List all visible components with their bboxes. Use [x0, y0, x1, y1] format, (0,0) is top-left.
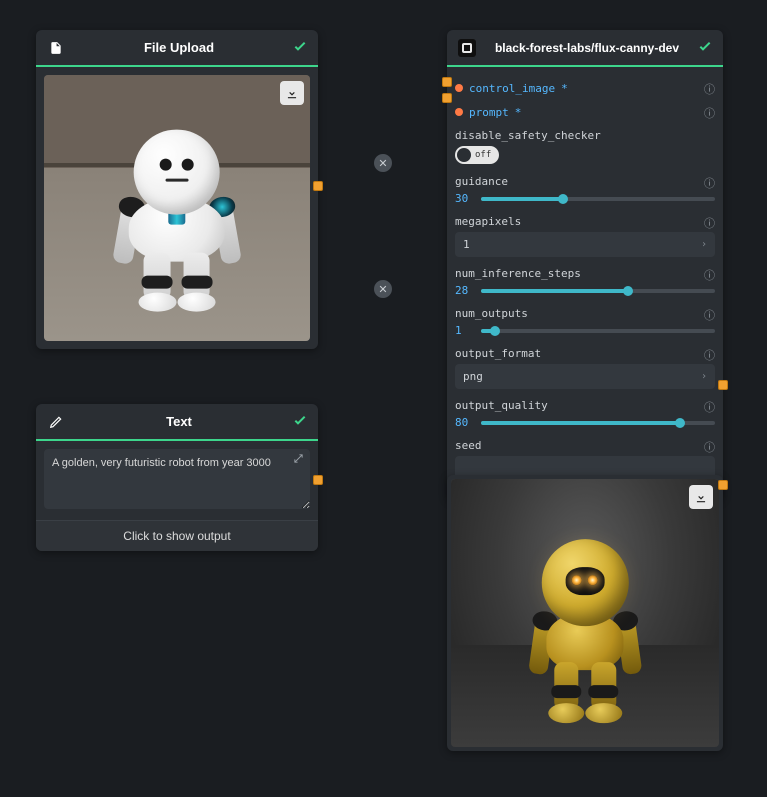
check-icon	[292, 412, 308, 431]
quality-slider[interactable]	[481, 421, 715, 425]
prompt-textarea[interactable]	[44, 449, 310, 509]
info-icon[interactable]: ⓘ	[704, 81, 715, 97]
node-output-image[interactable]	[447, 475, 723, 751]
param-control-image[interactable]: control_image * ⓘ	[455, 81, 715, 95]
guidance-slider[interactable]	[481, 197, 715, 201]
info-icon[interactable]: ⓘ	[704, 267, 715, 283]
param-num-outputs: num_outputs ⓘ 1	[455, 307, 715, 337]
param-disable-safety-checker: disable_safety_checker off	[455, 129, 715, 165]
info-icon[interactable]: ⓘ	[704, 307, 715, 323]
check-icon	[292, 38, 308, 57]
delete-connection-button[interactable]: ✕	[374, 280, 392, 298]
node-title: black-forest-labs/flux-canny-dev	[477, 41, 697, 55]
delete-connection-button[interactable]: ✕	[374, 154, 392, 172]
linked-port-icon	[455, 84, 463, 92]
output-format-select[interactable]: png ›	[455, 364, 715, 389]
show-output-button[interactable]: Click to show output	[36, 520, 318, 551]
download-icon[interactable]	[689, 485, 713, 509]
param-megapixels: megapixels ⓘ 1 ›	[455, 215, 715, 257]
node-header: Text	[36, 404, 318, 441]
node-header: File Upload	[36, 30, 318, 67]
info-icon[interactable]: ⓘ	[704, 439, 715, 455]
linked-port-icon	[455, 108, 463, 116]
input-port-prompt[interactable]	[442, 93, 452, 103]
uploaded-image[interactable]	[44, 75, 310, 341]
input-port[interactable]	[718, 480, 728, 490]
toggle-switch[interactable]: off	[455, 146, 499, 164]
param-num-inference-steps: num_inference_steps ⓘ 28	[455, 267, 715, 297]
node-title: File Upload	[66, 40, 292, 55]
param-prompt[interactable]: prompt * ⓘ	[455, 105, 715, 119]
output-port[interactable]	[718, 380, 728, 390]
info-icon[interactable]: ⓘ	[704, 105, 715, 121]
chevron-right-icon: ›	[701, 371, 707, 382]
param-output-quality: output_quality ⓘ 80	[455, 399, 715, 429]
generated-image[interactable]	[451, 479, 719, 747]
param-output-format: output_format ⓘ png ›	[455, 347, 715, 389]
param-guidance: guidance ⓘ 30	[455, 175, 715, 205]
file-icon	[46, 41, 66, 55]
node-canvas[interactable]: File Upload	[0, 0, 767, 797]
chevron-right-icon: ›	[701, 239, 707, 250]
model-icon	[457, 39, 477, 57]
info-icon[interactable]: ⓘ	[704, 215, 715, 231]
input-port-control-image[interactable]	[442, 77, 452, 87]
info-icon[interactable]: ⓘ	[704, 347, 715, 363]
output-port[interactable]	[313, 181, 323, 191]
info-icon[interactable]: ⓘ	[704, 399, 715, 415]
check-icon	[697, 38, 713, 57]
node-model[interactable]: black-forest-labs/flux-canny-dev control…	[447, 30, 723, 500]
megapixels-select[interactable]: 1 ›	[455, 232, 715, 257]
edit-icon	[46, 415, 66, 429]
download-icon[interactable]	[280, 81, 304, 105]
node-header: black-forest-labs/flux-canny-dev	[447, 30, 723, 67]
expand-icon[interactable]	[293, 453, 304, 467]
node-title: Text	[66, 414, 292, 429]
info-icon[interactable]: ⓘ	[704, 175, 715, 191]
outputs-slider[interactable]	[481, 329, 715, 333]
node-file-upload[interactable]: File Upload	[36, 30, 318, 349]
steps-slider[interactable]	[481, 289, 715, 293]
output-port[interactable]	[313, 475, 323, 485]
node-text[interactable]: Text Click to show output	[36, 404, 318, 551]
